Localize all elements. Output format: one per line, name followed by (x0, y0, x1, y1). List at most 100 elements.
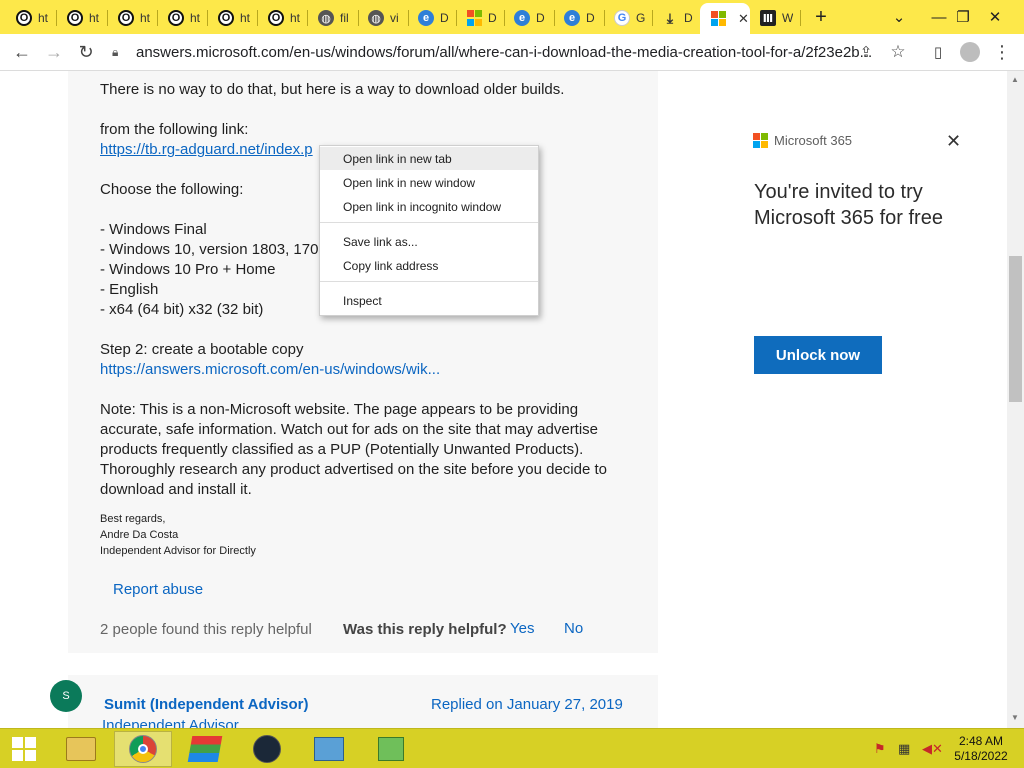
tab-11[interactable]: eD (504, 4, 554, 32)
tab-16[interactable]: ⅢW (750, 4, 798, 32)
scroll-thumb[interactable] (1009, 256, 1022, 402)
flag-icon[interactable]: ⚑ (874, 741, 886, 757)
tab-label: D (488, 11, 497, 25)
profile-icon[interactable] (956, 38, 984, 66)
back-arrow-icon[interactable]: ← (8, 38, 36, 66)
chrome-taskbar[interactable] (114, 731, 172, 767)
tab-label: ht (140, 11, 151, 25)
report-abuse-link[interactable]: Report abuse (113, 581, 203, 598)
volume-muted-icon[interactable]: ◀✕ (922, 741, 943, 757)
list-item: - Windows Final (100, 221, 207, 238)
opera-icon: O (118, 10, 134, 26)
new-tab-button[interactable]: + (798, 2, 844, 32)
ad-headline: You're invited to try Microsoft 365 for … (754, 181, 943, 229)
tab-label: D (684, 11, 693, 25)
file-explorer-taskbar[interactable] (52, 731, 110, 767)
reload-icon[interactable]: ↻ (72, 38, 100, 66)
share-icon[interactable]: ⇪ (852, 38, 880, 66)
steam-taskbar[interactable] (238, 731, 296, 767)
wiki-link[interactable]: https://answers.microsoft.com/en-us/wind… (100, 361, 440, 378)
menu-open-incognito[interactable]: Open link in incognito window (320, 195, 538, 218)
menu-kebab-icon[interactable]: ⋮ (988, 38, 1016, 66)
bluestacks-taskbar[interactable] (176, 731, 234, 767)
tab-label: ht (290, 11, 301, 25)
tab-label: vi (390, 11, 399, 25)
opera-icon: O (16, 10, 32, 26)
address-bar[interactable]: 🔒︎ answers.microsoft.com/en-us/windows/f… (112, 38, 916, 66)
folder-icon (66, 737, 96, 761)
control-panel-taskbar[interactable] (300, 731, 358, 767)
globe-icon: ◍ (368, 10, 384, 26)
tab-label: D (440, 11, 449, 25)
reply-date: Replied on January 27, 2019 (431, 696, 623, 713)
edge-icon: e (514, 10, 530, 26)
scroll-up-icon[interactable]: ▲ (1011, 75, 1019, 84)
close-window-button[interactable]: ✕ (972, 2, 1018, 32)
tab-4[interactable]: Oht (158, 4, 206, 32)
start-button[interactable] (0, 731, 48, 767)
note-text: download and install it. (100, 481, 252, 498)
opera-icon: O (268, 10, 284, 26)
close-tab-icon[interactable]: ✕ (738, 11, 749, 27)
tab-14[interactable]: ⤓ D (652, 4, 700, 32)
tab-2[interactable]: Oht (57, 4, 105, 32)
post-text: from the following link: (100, 121, 249, 138)
scroll-down-icon[interactable]: ▼ (1011, 713, 1019, 722)
forward-arrow-icon[interactable]: → (40, 38, 68, 66)
list-item: - Windows 10 Pro + Home (100, 261, 276, 278)
browser-toolbar: ← → ↻ 🔒︎ answers.microsoft.com/en-us/win… (0, 34, 1024, 71)
tab-10[interactable]: D (456, 4, 504, 32)
library-icon: Ⅲ (760, 10, 776, 26)
post-text: Choose the following: (100, 181, 244, 198)
bookmark-star-icon[interactable]: ☆ (884, 38, 912, 66)
tab-label: W (782, 11, 794, 25)
tab-12[interactable]: eD (554, 4, 604, 32)
address-text[interactable]: answers.microsoft.com/en-us/windows/foru… (136, 44, 872, 61)
tab-6[interactable]: Oht (258, 4, 306, 32)
control-panel-icon (314, 737, 344, 761)
tab-1[interactable]: Oht (6, 4, 54, 32)
unlock-now-button[interactable]: Unlock now (754, 336, 882, 374)
tab-13[interactable]: GG (604, 4, 652, 32)
tab-8[interactable]: ◍ vi (358, 4, 408, 32)
globe-icon: ◍ (318, 10, 334, 26)
download-icon: ⤓ (666, 9, 674, 26)
menu-inspect[interactable]: Inspect (320, 289, 538, 312)
list-item: - English (100, 281, 159, 298)
system-clock[interactable]: 2:48 AM 5/18/2022 (948, 734, 1014, 764)
editor-taskbar[interactable] (362, 731, 420, 767)
menu-open-new-window[interactable]: Open link in new window (320, 171, 538, 194)
tab-7[interactable]: ◍ fil (308, 4, 358, 32)
tab-3[interactable]: Oht (108, 4, 156, 32)
ad-brand: Microsoft 365 (774, 133, 853, 148)
note-text: accurate, safe information. Watch out fo… (100, 421, 599, 438)
list-item: - Windows 10, version 1803, 1709 (100, 241, 318, 258)
menu-copy-link[interactable]: Copy link address (320, 254, 538, 277)
context-menu: Open link in new tab Open link in new wi… (319, 145, 539, 316)
network-icon[interactable]: ▦ (898, 741, 910, 757)
opera-icon: O (218, 10, 234, 26)
tab-strip: Oht Oht Oht Oht Oht Oht ◍ fil ◍ vi eD D eD… (0, 0, 1024, 34)
taskbar: ⚑ ▦ ◀✕ 2:48 AM 5/18/2022 (0, 728, 1024, 768)
yes-button[interactable]: Yes (510, 620, 534, 637)
menu-separator (320, 281, 538, 282)
helpful-question: Was this reply helpful? (343, 621, 507, 638)
no-button[interactable]: No (564, 620, 583, 637)
tab-active[interactable]: ✕ (700, 3, 750, 34)
adguard-link[interactable]: https://tb.rg-adguard.net/index.p (100, 141, 313, 158)
tab-9[interactable]: eD (408, 4, 456, 32)
ad-close-icon[interactable]: ✕ (946, 131, 961, 152)
bluestacks-icon (187, 736, 223, 762)
clock-date: 5/18/2022 (954, 749, 1008, 763)
side-panel-icon[interactable]: ▯ (924, 38, 952, 66)
reply-author[interactable]: Sumit (Independent Advisor) (104, 696, 308, 713)
tab-5[interactable]: Oht (208, 4, 256, 32)
tab-label: fil (340, 11, 349, 25)
tab-label: ht (190, 11, 201, 25)
vertical-scrollbar[interactable]: ▲ ▼ (1007, 71, 1024, 728)
menu-open-new-tab[interactable]: Open link in new tab (320, 147, 538, 170)
lock-icon[interactable]: 🔒︎ (112, 45, 136, 60)
tab-label: D (536, 11, 545, 25)
menu-save-link[interactable]: Save link as... (320, 230, 538, 253)
signature-line: Independent Advisor for Directly (100, 545, 256, 557)
